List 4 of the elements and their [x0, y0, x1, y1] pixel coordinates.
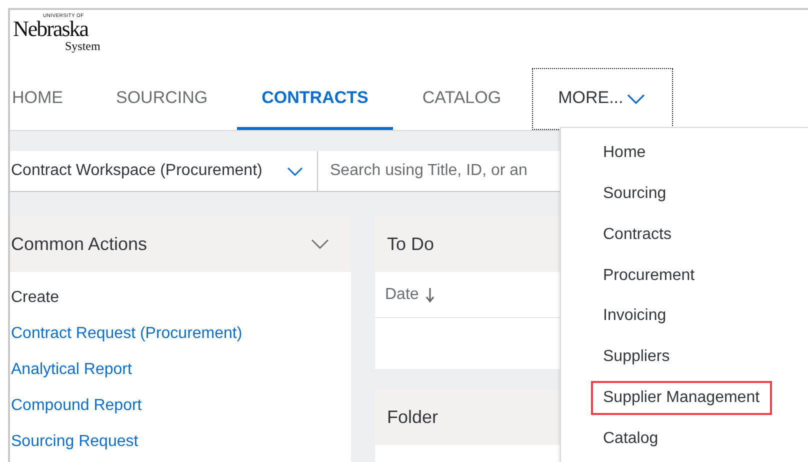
card-title: To Do: [387, 234, 434, 254]
card-title: Folder: [387, 406, 438, 428]
section-label: Create: [11, 288, 60, 308]
card-title: Common Actions: [11, 234, 148, 254]
